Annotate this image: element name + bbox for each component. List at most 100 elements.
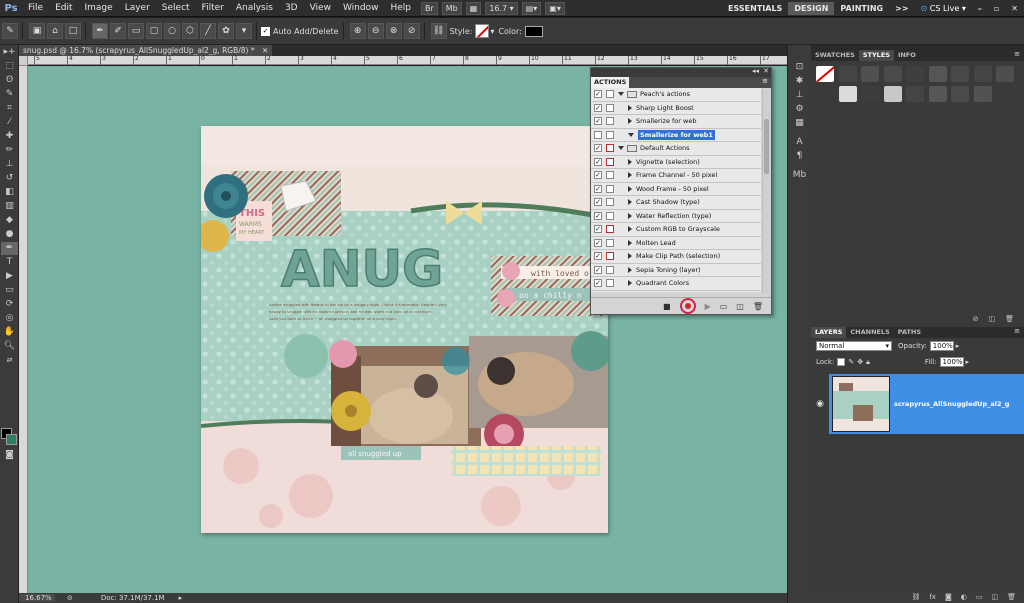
menu-file[interactable]: File xyxy=(22,3,49,13)
pen-icon[interactable]: ✒ xyxy=(92,23,108,39)
blend-mode-dropdown[interactable]: Normal ▾ xyxy=(816,341,892,351)
workspace-more-button[interactable]: >> xyxy=(889,2,914,15)
lock-all-icon[interactable]: 🔒︎ xyxy=(866,358,870,367)
custom-shape-icon[interactable]: ✿ xyxy=(218,23,234,39)
history-brush-icon[interactable]: ↺ xyxy=(1,172,18,185)
clone-source-icon[interactable]: ⊥ xyxy=(791,89,808,102)
toggle-dialog-checkbox[interactable] xyxy=(606,103,614,112)
menu-help[interactable]: Help xyxy=(384,3,417,13)
expand-down-icon[interactable] xyxy=(618,92,624,97)
toggle-dialog-checkbox[interactable] xyxy=(606,238,614,247)
mini-bridge-button[interactable]: Mb xyxy=(441,1,462,15)
new-style-icon[interactable]: ◫ xyxy=(988,315,995,325)
expand-right-icon[interactable] xyxy=(628,226,632,233)
style-dropdown-arrow-icon[interactable]: ▾ xyxy=(490,27,494,36)
link-style-icon[interactable]: ⛓ xyxy=(430,23,447,39)
workspace-painting[interactable]: PAINTING xyxy=(834,2,889,15)
shape-layers-icon[interactable]: ▣ xyxy=(29,23,45,39)
toggle-item-checkbox[interactable]: ✓ xyxy=(594,117,602,126)
actions-scrollbar[interactable] xyxy=(762,89,770,293)
layer-style-icon[interactable]: fx xyxy=(929,593,936,601)
tab-paths[interactable]: PATHS xyxy=(894,327,925,338)
expand-right-icon[interactable] xyxy=(628,253,632,260)
toggle-dialog-checkbox[interactable] xyxy=(606,265,614,274)
lock-transparent-icon[interactable] xyxy=(837,358,846,366)
new-action-icon[interactable]: ◫ xyxy=(736,302,744,311)
lock-image-icon[interactable]: ✎ xyxy=(848,358,854,366)
action-row[interactable]: Smallerize for web1 xyxy=(591,128,761,142)
action-row[interactable]: ✓ Quadrant Colors xyxy=(591,277,761,291)
background-color-swatch[interactable] xyxy=(6,434,17,445)
style-swatch[interactable] xyxy=(861,86,880,102)
dodge-tool-icon[interactable]: ● xyxy=(1,228,18,241)
style-swatch[interactable] xyxy=(838,66,857,82)
play-selection-icon[interactable]: ▶ xyxy=(705,302,711,311)
action-row[interactable]: ✓ Wood Frame - 50 pixel xyxy=(591,182,761,196)
action-row[interactable]: ✓ Sharp Light Boost xyxy=(591,101,761,115)
expand-down-icon[interactable] xyxy=(618,146,624,151)
bridge-button[interactable]: Br xyxy=(420,1,438,15)
adjustments-icon[interactable]: ⚙ xyxy=(791,103,808,116)
menu-window[interactable]: Window xyxy=(337,3,385,13)
menu-select[interactable]: Select xyxy=(156,3,196,13)
layer-row[interactable]: ◉ scrapyrus_AllSnuggledUp_al2_g xyxy=(811,374,1024,434)
rectangle-shape-icon[interactable]: ▭ xyxy=(128,23,144,39)
ellipse-shape-icon[interactable]: ○ xyxy=(164,23,180,39)
shape-tool-icon[interactable]: ▭ xyxy=(1,284,18,297)
path-ops-subtract-icon[interactable]: ⊖ xyxy=(367,23,384,39)
toggle-item-checkbox[interactable]: ✓ xyxy=(594,265,602,274)
ruler-corner[interactable] xyxy=(19,56,28,66)
lock-position-icon[interactable]: ✥ xyxy=(857,358,863,366)
delete-icon[interactable]: 🗑︎ xyxy=(753,302,763,311)
panel-menu-icon[interactable]: ≡ xyxy=(762,77,768,85)
style-swatch[interactable] xyxy=(973,66,992,82)
scrollbar-thumb[interactable] xyxy=(764,119,769,174)
status-menu-arrow-icon[interactable]: ▸ xyxy=(179,594,183,602)
toggle-dialog-checkbox[interactable] xyxy=(606,279,614,288)
style-swatch[interactable] xyxy=(906,86,925,102)
link-layers-icon[interactable]: ⛓ xyxy=(911,593,920,601)
stop-playing-icon[interactable]: ■ xyxy=(663,302,671,311)
style-swatch[interactable] xyxy=(928,86,947,102)
opacity-slider-arrow-icon[interactable]: ▸ xyxy=(956,342,960,350)
tool-presets-icon[interactable]: ⊡ xyxy=(791,61,808,74)
toggle-item-checkbox[interactable]: ✓ xyxy=(594,157,602,166)
hand-tool-icon[interactable]: ✋ xyxy=(1,326,18,339)
toggle-dialog-checkbox[interactable] xyxy=(606,225,614,234)
expand-right-icon[interactable] xyxy=(628,280,632,287)
style-swatch[interactable] xyxy=(906,66,925,82)
quick-select-tool-icon[interactable]: ✎ xyxy=(1,88,18,101)
panel-menu-icon[interactable]: ≡ xyxy=(1014,50,1024,61)
crop-tool-icon[interactable]: ⌗ xyxy=(1,102,18,115)
quick-mask-icon[interactable]: ◙ xyxy=(1,449,18,462)
marquee-tool-icon[interactable]: ⬚ xyxy=(1,60,18,73)
zoom-tool-icon[interactable]: 🔍︎ xyxy=(1,340,18,353)
style-swatch[interactable] xyxy=(838,86,857,102)
expand-right-icon[interactable] xyxy=(628,212,632,219)
3d-rotate-icon[interactable]: ⟳ xyxy=(1,298,18,311)
toggle-dialog-checkbox[interactable] xyxy=(606,90,614,99)
expand-right-icon[interactable] xyxy=(628,158,632,165)
tab-layers[interactable]: LAYERS xyxy=(811,327,847,338)
opacity-input[interactable]: 100% xyxy=(929,341,954,351)
tab-info[interactable]: INFO xyxy=(894,50,920,61)
toggle-item-checkbox[interactable]: ✓ xyxy=(594,90,602,99)
view-extras-icon[interactable]: ▦ xyxy=(465,1,482,15)
toggle-item-checkbox[interactable]: ✓ xyxy=(594,225,602,234)
adjustment-layer-icon[interactable]: ◐ xyxy=(961,593,967,601)
polygon-shape-icon[interactable]: ⬡ xyxy=(182,23,198,39)
style-swatch[interactable] xyxy=(861,66,880,82)
path-select-icon[interactable]: ▶ xyxy=(1,270,18,283)
toggle-dialog-checkbox[interactable] xyxy=(606,184,614,193)
zoom-status[interactable]: 16.67% xyxy=(19,594,55,602)
arrange-documents-icon[interactable]: ▤▾ xyxy=(521,1,542,15)
close-tab-icon[interactable]: ✕ xyxy=(262,46,268,55)
scrapbook-artwork[interactable]: THIS WARMS MY HEART ANUG Justine snuggle… xyxy=(201,126,608,533)
style-swatch[interactable] xyxy=(951,66,970,82)
rounded-rectangle-icon[interactable]: ▢ xyxy=(146,23,162,39)
style-none-swatch[interactable] xyxy=(816,66,834,82)
workspace-design[interactable]: DESIGN xyxy=(788,1,835,15)
zoom-level-dropdown[interactable]: 16.7 ▾ xyxy=(485,1,518,15)
toggle-dialog-checkbox[interactable] xyxy=(606,211,614,220)
type-tool-icon[interactable]: T xyxy=(1,256,18,269)
